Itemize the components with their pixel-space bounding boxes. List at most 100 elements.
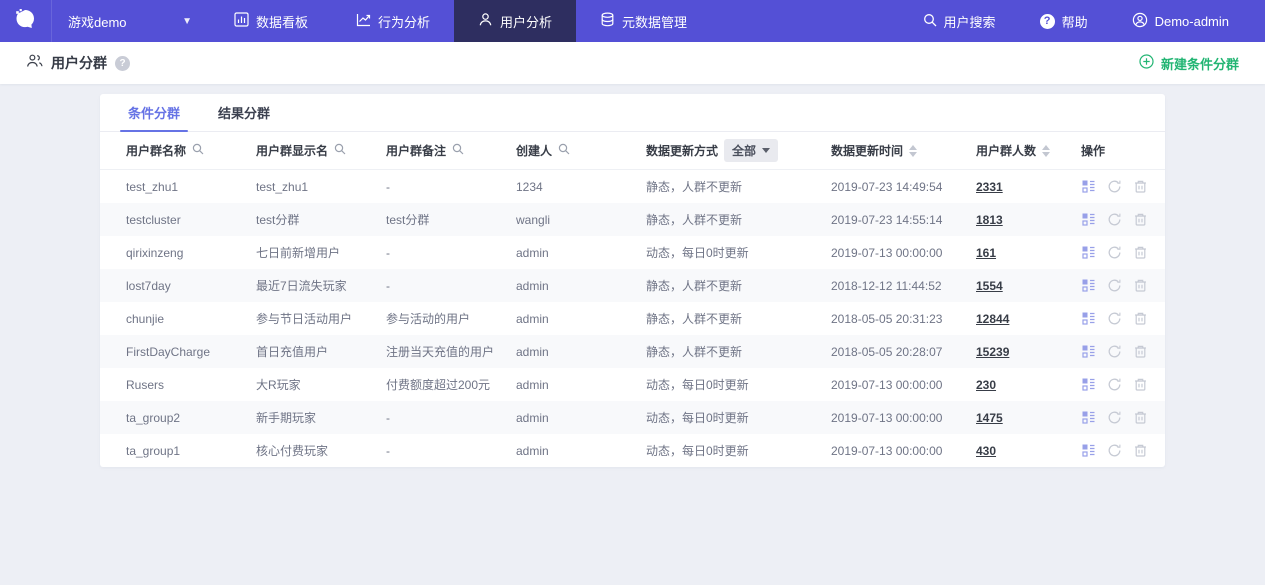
user-count-link[interactable]: 15239 [976, 345, 1009, 359]
profile-grid-icon[interactable] [1081, 410, 1096, 425]
cell-update-mode: 动态，每日0时更新 [646, 378, 749, 392]
column-search-icon[interactable] [558, 143, 570, 158]
nav-item-dashboard[interactable]: 数据看板 [210, 0, 332, 42]
tab-result-cluster[interactable]: 结果分群 [216, 94, 272, 131]
cell-display-name: 最近7日流失玩家 [256, 279, 347, 293]
delete-icon[interactable] [1133, 278, 1148, 293]
user-count-link[interactable]: 1554 [976, 279, 1003, 293]
tab-label: 条件分群 [128, 106, 181, 121]
cell-creator: 1234 [516, 179, 543, 194]
profile-grid-icon[interactable] [1081, 377, 1096, 392]
cell-display-name: 新手期玩家 [256, 411, 317, 425]
navbar-spacer [711, 0, 900, 42]
user-icon [478, 12, 493, 30]
cell-creator: admin [516, 311, 549, 326]
col-count: 用户群人数 [976, 142, 1081, 159]
plus-circle-icon [1139, 54, 1154, 72]
cell-creator: admin [516, 245, 549, 260]
delete-icon[interactable] [1133, 410, 1148, 425]
profile-grid-icon[interactable] [1081, 344, 1096, 359]
delete-icon[interactable] [1133, 443, 1148, 458]
title-help-icon[interactable]: ? [115, 55, 130, 71]
user-count-link[interactable]: 2331 [976, 180, 1003, 194]
col-creator: 创建人 [516, 142, 646, 159]
user-count-link[interactable]: 161 [976, 246, 996, 260]
column-search-icon[interactable] [334, 143, 346, 158]
cell-update-mode: 动态，每日0时更新 [646, 444, 749, 458]
user-count-link[interactable]: 1813 [976, 213, 1003, 227]
cell-update-mode: 静态，人群不更新 [646, 180, 743, 194]
account-menu[interactable]: Demo-admin [1110, 12, 1251, 31]
refresh-icon[interactable] [1107, 344, 1122, 359]
tab-condition-cluster[interactable]: 条件分群 [119, 94, 189, 132]
refresh-icon[interactable] [1107, 311, 1122, 326]
sort-icon[interactable] [909, 144, 918, 157]
content-area: 条件分群 结果分群 用户群名称 用户群显示名 用户群备注 创建人 数据更新方式 … [0, 84, 1265, 467]
brand-head-icon [13, 6, 39, 37]
cell-creator: wangli [516, 212, 551, 227]
cell-display-name: 核心付费玩家 [256, 444, 329, 458]
delete-icon[interactable] [1133, 179, 1148, 194]
question-icon: ? [1039, 13, 1055, 29]
update-mode-filter[interactable]: 全部 [724, 139, 779, 162]
trend-line-icon [356, 12, 371, 30]
column-search-icon[interactable] [192, 143, 204, 158]
help-label: 帮助 [1061, 14, 1088, 30]
cell-cluster-name: ta_group2 [126, 410, 181, 425]
refresh-icon[interactable] [1107, 179, 1122, 194]
user-count-link[interactable]: 230 [976, 378, 996, 392]
nav-item-label: 行为分析 [378, 14, 431, 30]
refresh-icon[interactable] [1107, 410, 1122, 425]
project-selector[interactable]: 游戏demo ▼ [52, 0, 210, 42]
column-search-icon[interactable] [452, 143, 464, 158]
user-search-label: 用户搜索 [943, 14, 996, 30]
profile-grid-icon[interactable] [1081, 278, 1096, 293]
user-count-link[interactable]: 430 [976, 444, 996, 458]
cell-update-mode: 静态，人群不更新 [646, 345, 743, 359]
nav-item-label: 用户分析 [500, 14, 553, 30]
search-icon [923, 13, 937, 30]
app-logo[interactable] [0, 0, 52, 42]
cell-creator: admin [516, 443, 549, 458]
cell-creator: admin [516, 377, 549, 392]
cell-remark: 注册当天充值的用户 [386, 345, 495, 359]
cluster-tabs: 条件分群 结果分群 [100, 94, 1165, 132]
profile-grid-icon[interactable] [1081, 311, 1096, 326]
nav-item-user-analysis[interactable]: 用户分析 [454, 0, 577, 42]
cell-display-name: 大R玩家 [256, 378, 301, 392]
col-update-mode: 数据更新方式 全部 [646, 139, 831, 162]
user-group-icon [26, 53, 43, 74]
profile-grid-icon[interactable] [1081, 212, 1096, 227]
table-row: ta_group1 核心付费玩家 - admin 动态，每日0时更新 2019-… [100, 434, 1165, 467]
refresh-icon[interactable] [1107, 245, 1122, 260]
refresh-icon[interactable] [1107, 377, 1122, 392]
delete-icon[interactable] [1133, 212, 1148, 227]
table-row: Rusers 大R玩家 付费额度超过200元 admin 动态，每日0时更新 2… [100, 368, 1165, 401]
delete-icon[interactable] [1133, 377, 1148, 392]
nav-item-behavior[interactable]: 行为分析 [332, 0, 454, 42]
delete-icon[interactable] [1133, 245, 1148, 260]
delete-icon[interactable] [1133, 344, 1148, 359]
table-row: FirstDayCharge 首日充值用户 注册当天充值的用户 admin 静态… [100, 335, 1165, 368]
user-search-button[interactable]: 用户搜索 [901, 12, 1018, 31]
profile-grid-icon[interactable] [1081, 245, 1096, 260]
user-count-link[interactable]: 1475 [976, 411, 1003, 425]
new-cluster-button[interactable]: 新建条件分群 [1139, 54, 1239, 73]
refresh-icon[interactable] [1107, 212, 1122, 227]
profile-grid-icon[interactable] [1081, 443, 1096, 458]
cell-remark: 参与活动的用户 [386, 312, 471, 326]
sort-icon[interactable] [1042, 144, 1051, 157]
user-count-link[interactable]: 12844 [976, 312, 1009, 326]
cell-creator: admin [516, 344, 549, 359]
table-row: ta_group2 新手期玩家 - admin 动态，每日0时更新 2019-0… [100, 401, 1165, 434]
col-name-label: 用户群名称 [126, 144, 187, 158]
refresh-icon[interactable] [1107, 278, 1122, 293]
help-button[interactable]: ? 帮助 [1018, 12, 1110, 31]
delete-icon[interactable] [1133, 311, 1148, 326]
refresh-icon[interactable] [1107, 443, 1122, 458]
cell-update-time: 2019-07-13 00:00:00 [831, 377, 943, 392]
nav-item-metadata[interactable]: 元数据管理 [576, 0, 711, 42]
col-count-label: 用户群人数 [976, 144, 1037, 158]
cell-remark: - [386, 443, 390, 458]
profile-grid-icon[interactable] [1081, 179, 1096, 194]
